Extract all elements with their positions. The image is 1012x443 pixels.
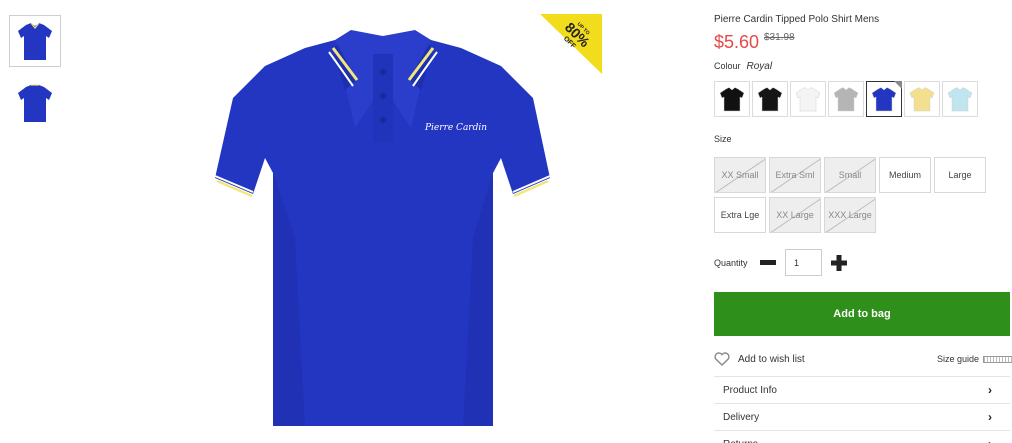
quantity-input[interactable] bbox=[785, 249, 822, 276]
colour-row: Colour Royal bbox=[714, 61, 772, 72]
brand-logo-text: Pierre Cardin bbox=[424, 123, 487, 133]
chevron-right-icon: › bbox=[988, 437, 992, 443]
info-accordion: Product Info › Delivery › Returns › bbox=[714, 376, 1010, 443]
size-option-label: Medium bbox=[888, 170, 921, 180]
current-price: $5.60 bbox=[714, 32, 760, 52]
size-option-small[interactable]: Small bbox=[824, 157, 876, 193]
size-option-label: XX Small bbox=[721, 170, 759, 180]
accordion-item-product-info[interactable]: Product Info › bbox=[714, 376, 1010, 403]
colour-swatch-white[interactable] bbox=[790, 81, 826, 117]
colour-value: Royal bbox=[746, 61, 773, 72]
size-option-label: XX Large bbox=[776, 210, 814, 220]
colour-swatch-grey[interactable] bbox=[828, 81, 864, 117]
size-option-label: Extra Sml bbox=[775, 170, 815, 180]
size-option-label: XXX Large bbox=[828, 210, 872, 220]
polo-front-thumbnail-icon bbox=[18, 22, 52, 60]
size-options: XX Small Extra Sml Small Medium Large Extra L… bbox=[714, 157, 994, 233]
size-option-label: Small bbox=[838, 170, 862, 180]
thumbnail-front[interactable] bbox=[9, 15, 61, 67]
polo-swatch-icon bbox=[719, 87, 745, 112]
main-product-image[interactable]: Pierre Cardin bbox=[205, 18, 555, 438]
wishlist-label: Add to wish list bbox=[738, 353, 805, 365]
size-option-extra-sml[interactable]: Extra Sml bbox=[769, 157, 821, 193]
chevron-right-icon: › bbox=[988, 410, 992, 424]
colour-swatch-black[interactable] bbox=[714, 81, 750, 117]
accordion-item-label: Returns bbox=[723, 439, 758, 443]
size-option-label: Large bbox=[948, 170, 972, 180]
polo-swatch-icon bbox=[947, 87, 973, 112]
colour-swatch-royal[interactable] bbox=[866, 81, 902, 117]
colour-swatch-yellow[interactable] bbox=[904, 81, 940, 117]
accordion-item-delivery[interactable]: Delivery › bbox=[714, 403, 1010, 430]
polo-swatch-icon bbox=[909, 87, 935, 112]
quantity-label: Quantity bbox=[714, 258, 748, 268]
polo-swatch-icon bbox=[795, 87, 821, 112]
thumbnail-back[interactable] bbox=[9, 77, 61, 129]
ruler-icon bbox=[983, 355, 1012, 363]
quantity-increase-button[interactable] bbox=[831, 255, 847, 271]
add-to-wishlist-link[interactable]: Add to wish list bbox=[714, 352, 805, 366]
polo-swatch-icon bbox=[833, 87, 859, 112]
size-option-xx-large[interactable]: XX Large bbox=[769, 197, 821, 233]
polo-swatch-icon bbox=[871, 87, 897, 112]
heart-icon bbox=[714, 352, 730, 366]
original-price: $31.98 bbox=[764, 32, 795, 43]
size-label: Size bbox=[714, 134, 732, 144]
add-to-bag-button[interactable]: Add to bag bbox=[714, 292, 1010, 336]
polo-shirt-image: Pierre Cardin bbox=[214, 30, 551, 426]
size-guide-label: Size guide bbox=[937, 354, 980, 364]
colour-swatch-black[interactable] bbox=[752, 81, 788, 117]
product-title: Pierre Cardin Tipped Polo Shirt Mens bbox=[714, 14, 880, 25]
accordion-item-label: Delivery bbox=[723, 411, 760, 423]
thumbnail-list bbox=[9, 15, 61, 139]
minus-icon bbox=[760, 259, 776, 265]
accordion-item-label: Product Info bbox=[723, 384, 777, 396]
accordion-item-returns[interactable]: Returns › bbox=[714, 430, 1010, 443]
quantity-decrease-button[interactable] bbox=[760, 258, 776, 266]
colour-swatches bbox=[714, 81, 978, 117]
polo-swatch-icon bbox=[757, 87, 783, 112]
size-option-extra-lge[interactable]: Extra Lge bbox=[714, 197, 766, 233]
size-option-label: Extra Lge bbox=[720, 210, 760, 220]
size-option-medium[interactable]: Medium bbox=[879, 157, 931, 193]
chevron-right-icon: › bbox=[988, 383, 992, 397]
size-option-xx-small[interactable]: XX Small bbox=[714, 157, 766, 193]
size-option-xxx-large[interactable]: XXX Large bbox=[824, 197, 876, 233]
size-guide-link[interactable]: Size guide bbox=[937, 354, 1012, 364]
colour-swatch-sky[interactable] bbox=[942, 81, 978, 117]
polo-back-thumbnail-icon bbox=[18, 84, 52, 122]
size-option-large[interactable]: Large bbox=[934, 157, 986, 193]
discount-badge: UP TO 80% OFF bbox=[538, 14, 602, 76]
colour-label: Colour bbox=[714, 61, 741, 71]
